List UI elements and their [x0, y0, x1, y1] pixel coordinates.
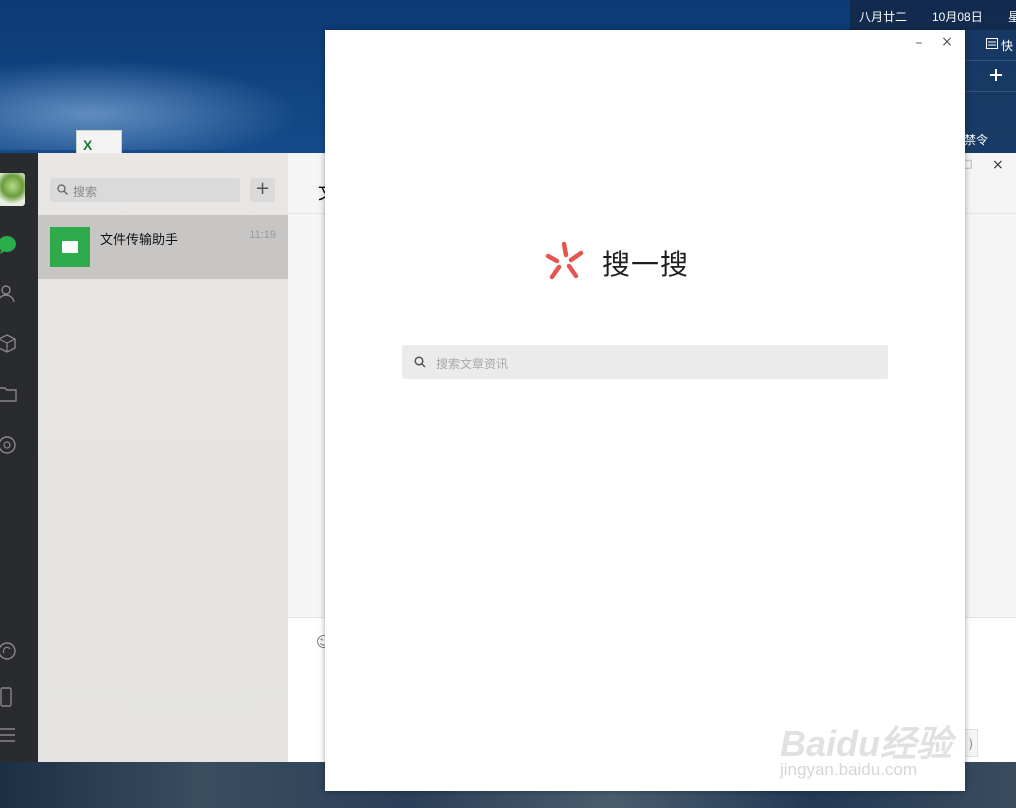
search-icon [57, 184, 68, 195]
wechat-search-input[interactable]: 搜索 [50, 178, 240, 202]
file-transfer-icon [50, 227, 90, 267]
desktop-side-widget: 快 禁令 [964, 30, 1016, 153]
list-item[interactable]: 文件传输助手 11:19 [38, 215, 288, 279]
mini-program-nav-icon[interactable] [0, 637, 38, 665]
phone-nav-icon[interactable] [0, 683, 38, 711]
weekday: 星 [1008, 10, 1016, 24]
search-icon [414, 356, 426, 368]
search-placeholder: 搜索 [73, 185, 98, 199]
favorites-nav-icon[interactable] [0, 330, 38, 358]
quick-row[interactable]: 快 [964, 30, 1016, 61]
files-nav-icon[interactable] [0, 380, 38, 408]
chat-time: 11:19 [249, 229, 276, 241]
search-popup-window: – × 搜一搜 搜索文章资讯 [325, 30, 965, 791]
solar-date: 10月08日 [932, 10, 983, 24]
desktop-wallpaper-highlight [0, 60, 300, 150]
search-input[interactable]: 搜索文章资讯 [402, 345, 888, 379]
search-placeholder: 搜索文章资讯 [436, 357, 509, 371]
chat-nav-icon[interactable] [0, 231, 38, 259]
wechat-close-icon[interactable]: × [992, 157, 1004, 173]
avatar[interactable] [0, 173, 25, 206]
wechat-nav-bar [0, 153, 38, 762]
page-title: 搜一搜 [602, 248, 690, 281]
plus-icon [988, 67, 1004, 86]
moments-nav-icon[interactable] [0, 431, 38, 459]
add-widget-row[interactable] [964, 61, 1016, 92]
chat-name: 文件传输助手 [100, 233, 179, 248]
close-icon[interactable]: × [937, 34, 957, 50]
lunar-date: 八月廿二 [859, 10, 908, 24]
ban-label: 禁令 [964, 133, 989, 147]
news-icon [986, 38, 998, 52]
contacts-nav-icon[interactable] [0, 280, 38, 308]
ban-row[interactable]: 禁令 [964, 123, 1016, 153]
minimize-icon[interactable]: – [909, 35, 929, 51]
desktop-calendar-widget: 八月廿二 10月08日 星 [850, 0, 1016, 30]
watermark-url: jingyan.baidu.com [780, 760, 918, 779]
wechat-chat-list: 搜索 + 文件传输助手 11:19 [38, 153, 288, 762]
quick-label: 快 [1001, 39, 1014, 53]
souyisou-logo-icon [545, 241, 584, 280]
menu-nav-icon[interactable] [0, 721, 38, 749]
add-chat-button[interactable]: + [250, 178, 275, 202]
